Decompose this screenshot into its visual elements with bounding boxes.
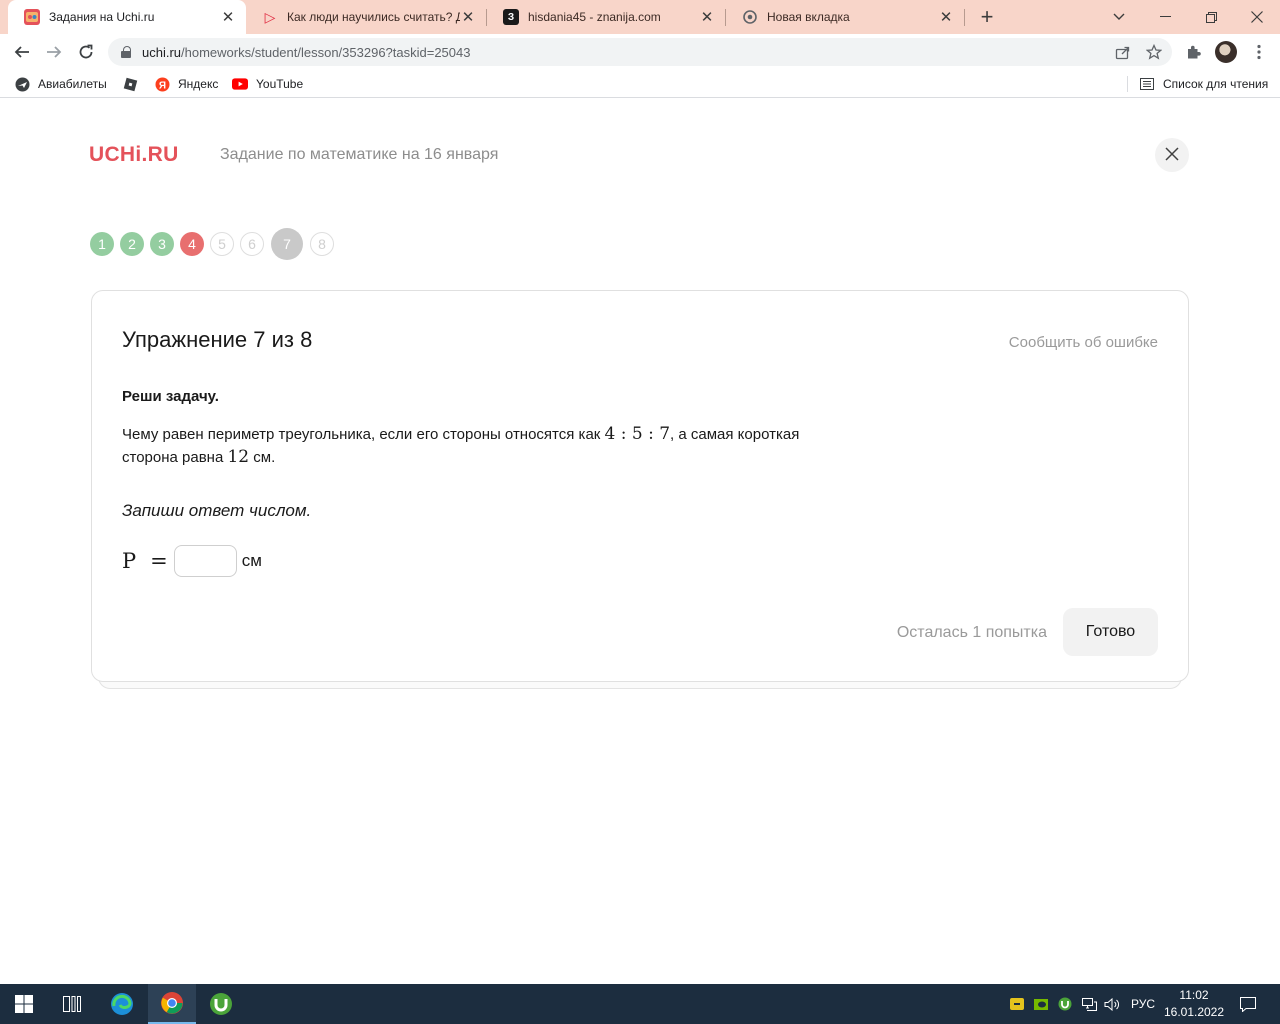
report-error-link[interactable]: Сообщить об ошибке — [1009, 334, 1158, 351]
bookmark-label: Яндекс — [178, 77, 219, 91]
uchi-logo[interactable]: UCHi.RU — [89, 143, 179, 167]
tray-yandex-disk-icon[interactable] — [1006, 984, 1028, 1024]
yandex-icon: Я — [154, 76, 170, 92]
roblox-icon — [122, 76, 138, 92]
bookmark-aviabilety[interactable]: Авиабилеты — [14, 75, 107, 93]
answer-input[interactable] — [173, 545, 237, 577]
answer-variable: P — [122, 549, 137, 573]
bookmark-label: Авиабилеты — [38, 77, 107, 91]
znanija-favicon-icon: З — [503, 9, 519, 25]
notifications-icon[interactable] — [1234, 984, 1262, 1024]
tab-new[interactable]: Новая вкладка ✕ — [726, 0, 964, 34]
share-icon[interactable] — [1114, 44, 1130, 60]
step-1[interactable]: 1 — [90, 232, 114, 256]
reload-icon[interactable] — [72, 38, 100, 66]
chrome-favicon-icon — [742, 9, 758, 25]
task-view-icon[interactable] — [48, 984, 96, 1024]
tray-volume-icon[interactable] — [1101, 984, 1123, 1024]
step-8[interactable]: 8 — [310, 232, 334, 256]
browser-tabstrip: Задания на Uchi.ru ✕ ▷ Как люди научилис… — [0, 0, 1280, 34]
ratio-math: 4 : 5 : 7 — [604, 424, 671, 444]
extensions-puzzle-icon[interactable] — [1184, 42, 1204, 62]
restore-icon[interactable] — [1188, 0, 1234, 34]
exercise-card: Упражнение 7 из 8 Сообщить об ошибке Реш… — [91, 290, 1189, 682]
step-6[interactable]: 6 — [240, 232, 264, 256]
clock-time: 11:02 — [1179, 988, 1209, 1002]
svg-text:Я: Я — [158, 80, 165, 91]
tab-close-icon[interactable]: ✕ — [699, 9, 715, 26]
task-text: Чему равен периметр треугольника, если е… — [122, 423, 822, 469]
step-7[interactable]: 7 — [271, 228, 303, 260]
bookmarks-separator — [1127, 76, 1128, 92]
bookmark-yandex[interactable]: Я Яндекс — [154, 75, 218, 93]
bookmarks-bar: Авиабилеты Я Яндекс YouTube Список для ч… — [0, 70, 1280, 98]
tab-uchi[interactable]: Задания на Uchi.ru ✕ — [8, 0, 246, 34]
exercise-heading: Упражнение 7 из 8 — [122, 327, 313, 352]
chrome-taskbar-icon[interactable] — [148, 984, 196, 1024]
tab-close-icon[interactable]: ✕ — [938, 9, 954, 26]
tab-title: hisdania45 - znanija.com — [528, 10, 661, 24]
back-arrow-icon[interactable] — [8, 38, 36, 66]
clock-date: 16.01.2022 — [1163, 1005, 1225, 1019]
utorrent-taskbar-icon[interactable] — [197, 984, 245, 1024]
tray-language[interactable]: РУС — [1126, 984, 1160, 1024]
tray-network-icon[interactable] — [1078, 984, 1100, 1024]
new-tab-plus-icon[interactable]: + — [974, 4, 1000, 29]
browser-toolbar: uchi.ru/homeworks/student/lesson/353296?… — [0, 34, 1280, 70]
bookmark-roblox[interactable] — [122, 75, 146, 93]
menu-kebab-icon[interactable] — [1249, 42, 1269, 62]
bookmark-star-icon[interactable] — [1146, 44, 1162, 60]
tab-separator — [964, 9, 965, 26]
step-5[interactable]: 5 — [210, 232, 234, 256]
tray-nvidia-icon[interactable] — [1030, 984, 1052, 1024]
windows-taskbar: РУС 11:02 16.01.2022 — [0, 984, 1280, 1024]
tab-title: Как люди научились считать? Д — [287, 10, 460, 24]
tab-search-chevron-icon[interactable] — [1096, 0, 1142, 34]
task-heading: Реши задачу. — [122, 388, 219, 405]
task-text-part: Чему равен периметр треугольника, если е… — [122, 426, 605, 443]
answer-row: P = см — [122, 545, 262, 577]
plane-globe-icon — [14, 76, 30, 92]
close-button[interactable] — [1155, 138, 1189, 172]
edge-browser-icon[interactable] — [98, 984, 146, 1024]
reading-list-icon — [1139, 76, 1155, 92]
step-2[interactable]: 2 — [120, 232, 144, 256]
tab-close-icon[interactable]: ✕ — [220, 9, 236, 26]
step-4[interactable]: 4 — [180, 232, 204, 256]
uchi-favicon-icon — [24, 9, 40, 25]
window-close-icon[interactable] — [1234, 0, 1280, 34]
taskbar-clock[interactable]: 11:02 16.01.2022 — [1160, 987, 1228, 1021]
forward-arrow-icon[interactable] — [40, 38, 68, 66]
task-text-part: см. — [249, 449, 276, 466]
address-bar[interactable]: uchi.ru/homeworks/student/lesson/353296?… — [108, 38, 1172, 66]
close-icon — [1165, 145, 1179, 166]
url-text: uchi.ru/homeworks/student/lesson/353296?… — [142, 45, 470, 60]
tab-video[interactable]: ▷ Как люди научились считать? Д ✕ — [246, 0, 486, 34]
minimize-icon[interactable] — [1142, 0, 1188, 34]
profile-avatar[interactable] — [1215, 41, 1237, 63]
tab-title: Задания на Uchi.ru — [49, 10, 155, 24]
bookmark-youtube[interactable]: YouTube — [232, 75, 303, 93]
reading-list-button[interactable]: Список для чтения — [1139, 75, 1268, 93]
answer-equals: = — [150, 549, 168, 573]
tab-znanija[interactable]: З hisdania45 - znanija.com ✕ — [487, 0, 725, 34]
windows-start-icon[interactable] — [0, 984, 48, 1024]
tray-utorrent-icon[interactable] — [1054, 984, 1076, 1024]
bookmark-label: YouTube — [256, 77, 304, 91]
reading-list-label: Список для чтения — [1163, 77, 1269, 91]
youtube-icon — [232, 76, 248, 92]
url-host: uchi.ru — [142, 44, 182, 60]
step-3[interactable]: 3 — [150, 232, 174, 256]
url-path: /homeworks/student/lesson/353296?taskid=… — [181, 44, 471, 60]
page-title: Задание по математике на 16 января — [220, 146, 499, 163]
side-math: 12 — [227, 447, 250, 467]
video-favicon-icon: ▷ — [264, 8, 276, 25]
answer-unit: см — [241, 551, 262, 570]
lock-icon[interactable] — [121, 46, 133, 58]
answer-hint: Запиши ответ числом. — [122, 501, 312, 520]
done-button[interactable]: Готово — [1063, 608, 1158, 656]
tab-title: Новая вкладка — [767, 10, 850, 24]
tab-close-icon[interactable]: ✕ — [460, 9, 476, 26]
attempts-remaining: Осталась 1 попытка — [896, 624, 1047, 641]
